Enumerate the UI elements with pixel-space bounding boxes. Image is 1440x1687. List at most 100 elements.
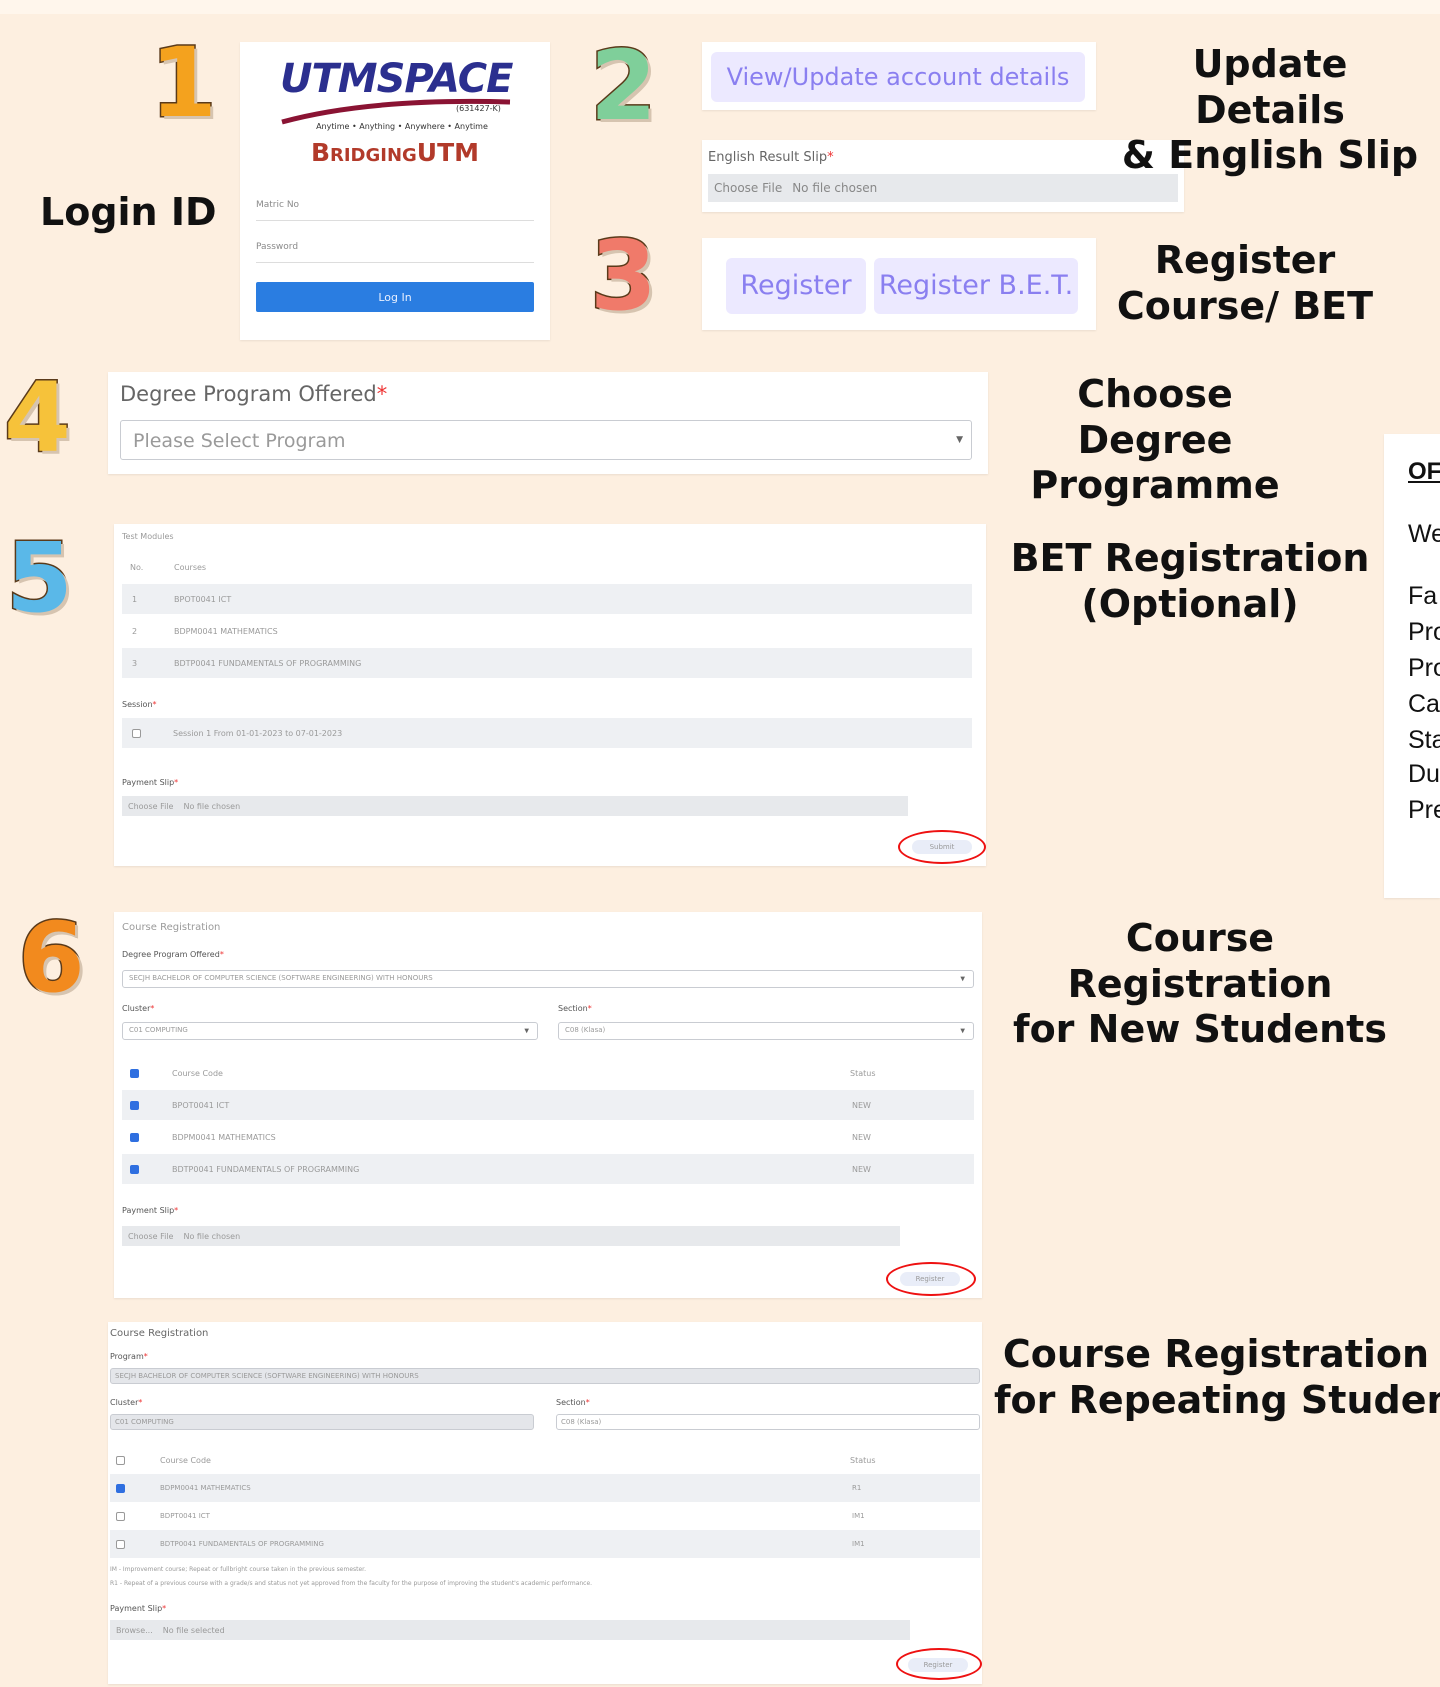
degree-program-select[interactable]: Please Select Program ▼ xyxy=(120,420,972,460)
step-number-5: 5 xyxy=(5,522,75,634)
row-course: BPOT0041 ICT xyxy=(174,594,232,604)
row-checkbox[interactable] xyxy=(116,1539,125,1549)
side-line-1: Fa xyxy=(1408,582,1438,610)
register-bet-button[interactable]: Register B.E.T. xyxy=(874,258,1078,314)
bet-payment-file-input[interactable]: Choose File No file chosen xyxy=(122,796,908,816)
row-status: IM1 xyxy=(852,1512,865,1520)
col-course-code: Course Code xyxy=(172,1068,223,1078)
utmspace-logo: UTMSPACE (631427-K) xyxy=(280,56,520,126)
degree-card: Degree Program Offered* Please Select Pr… xyxy=(108,372,988,474)
col-no: No. xyxy=(130,562,144,572)
no-file-text: No file chosen xyxy=(792,181,878,195)
choose-file-button[interactable]: Choose File xyxy=(128,1232,173,1241)
table-row: 1 BPOT0041 ICT xyxy=(122,584,972,614)
row-no: 3 xyxy=(132,658,138,668)
col-status: Status xyxy=(850,1455,876,1465)
row-code: BDTP0041 FUNDAMENTALS OF PROGRAMMING xyxy=(172,1164,360,1174)
new-cluster-select[interactable]: C01 COMPUTING ▼ xyxy=(122,1022,538,1040)
table-row: BDPT0041 ICT IM1 xyxy=(110,1502,980,1530)
new-section-label: Section* xyxy=(558,1004,592,1013)
chevron-down-icon: ▼ xyxy=(960,975,965,983)
step-label-register: Register Course/ BET xyxy=(1110,238,1380,329)
table-row: BDPM0041 MATHEMATICS NEW xyxy=(122,1122,974,1152)
bet-card: Test Modules No. Courses 1 BPOT0041 ICT … xyxy=(114,524,986,866)
row-no: 1 xyxy=(132,594,138,604)
select-all-checkbox[interactable] xyxy=(130,1068,139,1078)
browse-button[interactable]: Browse... xyxy=(116,1626,153,1635)
bet-submit-button[interactable]: Submit xyxy=(912,840,972,854)
table-row: BPOT0041 ICT NEW xyxy=(122,1090,974,1120)
table-row: BDPM0041 MATHEMATICS R1 xyxy=(110,1474,980,1502)
new-section-label-text: Section xyxy=(558,1004,588,1013)
english-slip-label-text: English Result Slip xyxy=(708,150,828,165)
session-row[interactable]: Session 1 From 01-01-2023 to 07-01-2023 xyxy=(122,718,972,748)
side-line-6: Du xyxy=(1408,760,1440,788)
select-all-checkbox[interactable] xyxy=(116,1455,125,1465)
rep-program-label: Program* xyxy=(110,1352,148,1361)
side-line-3: Pro xyxy=(1408,654,1440,682)
row-checkbox[interactable] xyxy=(116,1483,125,1493)
row-checkbox[interactable] xyxy=(130,1164,139,1174)
bet-payment-label-text: Payment Slip xyxy=(122,778,175,787)
step-label-bet-line2: (Optional) xyxy=(1081,581,1299,626)
step-label-new-line2: for New Students xyxy=(1013,1007,1387,1052)
new-cluster-label: Cluster* xyxy=(122,1004,155,1013)
matric-input[interactable] xyxy=(256,220,534,221)
rep-payment-file-input[interactable]: Browse... No file selected xyxy=(110,1620,910,1640)
step-label-new: Course Registration for New Students xyxy=(1000,916,1400,1053)
table-header: Course Code Status xyxy=(122,1058,974,1088)
rep-cluster-label-text: Cluster xyxy=(110,1398,139,1407)
new-cluster-label-text: Cluster xyxy=(122,1004,151,1013)
degree-placeholder: Please Select Program xyxy=(133,430,346,452)
row-status: R1 xyxy=(852,1484,862,1492)
side-panel-title: OF xyxy=(1408,458,1440,485)
repeating-card: Course Registration Program* SECJH BACHE… xyxy=(108,1322,982,1684)
new-program-label: Degree Program Offered* xyxy=(122,950,224,959)
new-register-button[interactable]: Register xyxy=(900,1272,960,1286)
rep-cluster-select[interactable]: C01 COMPUTING xyxy=(110,1414,534,1430)
row-checkbox[interactable] xyxy=(130,1100,139,1110)
view-update-account-button[interactable]: View/Update account details xyxy=(711,52,1085,102)
step-label-login: Login ID xyxy=(40,190,217,234)
row-code: BPOT0041 ICT xyxy=(172,1100,230,1110)
row-checkbox[interactable] xyxy=(130,1132,139,1142)
rep-program-value: SECJH BACHELOR OF COMPUTER SCIENCE (SOFT… xyxy=(115,1372,419,1380)
step-label-register-line1: Register xyxy=(1154,238,1336,282)
new-section-select[interactable]: C08 (Klasa) ▼ xyxy=(558,1022,974,1040)
new-program-label-text: Degree Program Offered xyxy=(122,950,220,959)
step-label-degree: Choose Degree Programme xyxy=(1000,372,1310,509)
rep-register-button[interactable]: Register xyxy=(908,1658,968,1672)
session-checkbox[interactable] xyxy=(132,728,141,738)
table-header: Course Code Status xyxy=(110,1446,980,1474)
password-label: Password xyxy=(256,242,299,252)
matric-label: Matric No xyxy=(256,200,300,210)
choose-file-button[interactable]: Choose File xyxy=(128,802,173,811)
new-program-select[interactable]: SECJH BACHELOR OF COMPUTER SCIENCE (SOFT… xyxy=(122,970,974,988)
row-status: NEW xyxy=(852,1132,871,1142)
col-courses: Courses xyxy=(174,562,207,572)
session-label: Session* xyxy=(122,700,157,709)
step-number-3: 3 xyxy=(589,220,659,332)
row-checkbox[interactable] xyxy=(116,1511,125,1521)
login-button[interactable]: Log In xyxy=(256,282,534,312)
brand-sub: (631427-K) xyxy=(456,104,501,113)
rep-program-select[interactable]: SECJH BACHELOR OF COMPUTER SCIENCE (SOFT… xyxy=(110,1368,980,1384)
rep-section-select[interactable]: C08 (Klasa) xyxy=(556,1414,980,1430)
row-status: NEW xyxy=(852,1100,871,1110)
new-payment-file-input[interactable]: Choose File No file chosen xyxy=(122,1226,900,1246)
password-input[interactable] xyxy=(256,262,534,263)
degree-label-text: Degree Program Offered xyxy=(120,382,377,406)
rep-register-label: Register xyxy=(923,1661,953,1669)
english-slip-file-input[interactable]: Choose File No file chosen xyxy=(708,174,1178,202)
app-name: BridgingUTM xyxy=(310,138,480,167)
new-heading: Course Registration xyxy=(122,922,221,933)
chevron-down-icon: ▼ xyxy=(956,435,963,445)
session-label-text: Session xyxy=(122,700,153,709)
side-line-4: Ca xyxy=(1408,690,1440,718)
step-label-new-line1: Course Registration xyxy=(1067,916,1333,1006)
register-button[interactable]: Register xyxy=(726,258,866,314)
choose-file-button[interactable]: Choose File xyxy=(714,181,782,195)
side-line-5: Sta xyxy=(1408,726,1440,754)
no-file-text: No file chosen xyxy=(183,801,241,811)
step-label-update: Update Details & English Slip xyxy=(1120,42,1420,179)
